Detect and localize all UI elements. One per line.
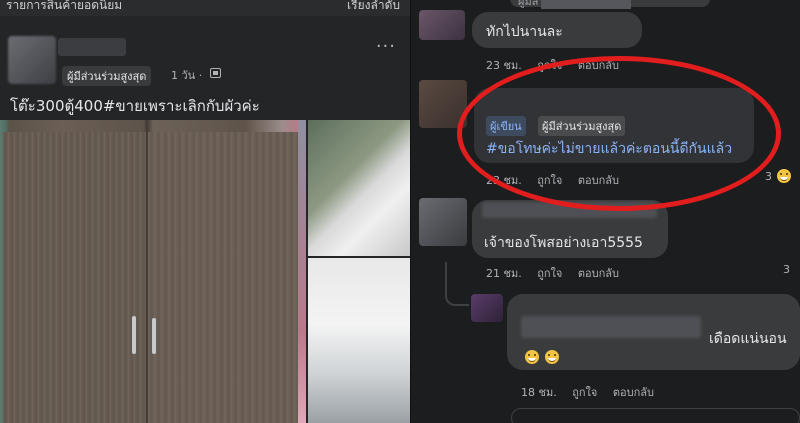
top-contributor-badge: ผู้มีส่วนร่วมสูงสุด [62, 66, 152, 86]
comment-time[interactable]: 21 ชม. [486, 267, 522, 280]
group-privacy-icon [210, 68, 221, 78]
marketplace-post-panel: รายการสินค้ายอดนิยม เรียงลำดับ ผู้มีส่วน… [0, 0, 410, 423]
post-photo-table[interactable] [308, 258, 410, 423]
laughing-emoji-icon [777, 169, 791, 183]
reply-actions: 18 ชม. ถูกใจ ตอบกลับ [521, 383, 666, 401]
comment-avatar[interactable] [419, 10, 465, 40]
wardrobe-handle-left [132, 316, 136, 354]
comment-actions: 23 ชม. ถูกใจ ตอบกลับ [486, 171, 631, 189]
author-name-blurred[interactable] [58, 38, 126, 56]
comment-bubble: เจ้าของโพสอย่างเอา5555 [472, 200, 668, 258]
reaction-count[interactable]: 3 [783, 263, 790, 276]
sort-button[interactable]: เรียงลำดับ [347, 0, 400, 15]
comment-actions: 23 ชม. ถูกใจ ตอบกลับ [486, 56, 631, 74]
comments-panel: ผู้มีส่วนร่วมสูงสุด ทักไปนานละ 23 ชม. ถู… [411, 0, 800, 423]
post-text: โต๊ะ300ตู้400#ขายเพราะเลิกกับผัวค่ะ [10, 97, 260, 115]
section-header: รายการสินค้ายอดนิยม เรียงลำดับ [0, 0, 410, 16]
comment-actions: 21 ชม. ถูกใจ ตอบกลับ [486, 264, 631, 282]
author-tag: ผู้เขียน [486, 116, 526, 136]
reply-avatar[interactable] [471, 294, 503, 322]
sweat-smile-emoji-icon [525, 350, 539, 364]
wardrobe-door-right [148, 132, 298, 423]
wardrobe-handle-right [152, 318, 156, 354]
reaction-count[interactable]: 3 [765, 170, 772, 183]
reply-time[interactable]: 18 ชม. [521, 386, 557, 399]
more-options-icon[interactable]: ··· [376, 38, 396, 56]
reply-text: เดือดแน่นอน [709, 331, 787, 347]
reply-button[interactable]: ตอบกลับ [578, 267, 619, 280]
comment-text: ทักไปนานละ [486, 24, 563, 40]
post-time[interactable]: 1 วัน · [171, 66, 202, 84]
post-photo-wardrobe[interactable] [0, 120, 306, 423]
sweat-smile-emoji-icon [545, 350, 559, 364]
comment-time[interactable]: 23 ชม. [486, 174, 522, 187]
commenter-name-blurred[interactable] [482, 202, 657, 218]
comment-time[interactable]: 23 ชม. [486, 59, 522, 72]
reply-input-box[interactable] [511, 408, 800, 423]
like-button[interactable]: ถูกใจ [537, 59, 562, 72]
top-contributor-tag: ผู้มีส่วนร่วมสูงสุด [538, 116, 626, 136]
reply-button[interactable]: ตอบกลับ [578, 59, 619, 72]
comment-bubble: ผู้เขียน ผู้มีส่วนร่วมสูงสุด #ขอโทษค่ะไม… [474, 88, 754, 163]
author-avatar[interactable] [8, 36, 56, 84]
like-button[interactable]: ถูกใจ [537, 174, 562, 187]
comment-avatar[interactable] [419, 80, 467, 128]
like-button[interactable]: ถูกใจ [572, 386, 597, 399]
comment-avatar[interactable] [419, 198, 467, 246]
wardrobe-door-left [3, 132, 146, 423]
reply-bubble: เดือดแน่นอน [507, 294, 800, 370]
section-title: รายการสินค้ายอดนิยม [6, 0, 123, 12]
wall-curtain [298, 120, 306, 423]
post-photo-dresser[interactable] [308, 120, 410, 256]
commenter-name-blurred[interactable] [521, 316, 701, 338]
reply-thread-line [445, 262, 469, 306]
top-name-blurred [541, 0, 631, 9]
comment-hashtag-text[interactable]: #ขอโทษค่ะไม่ขายแล้วค่ะตอนนี้ดีกันแล้ว [486, 138, 732, 160]
reply-button[interactable]: ตอบกลับ [613, 386, 654, 399]
reply-button[interactable]: ตอบกลับ [578, 174, 619, 187]
like-button[interactable]: ถูกใจ [537, 267, 562, 280]
comment-text: เจ้าของโพสอย่างเอา5555 [484, 235, 643, 251]
comment-bubble: ทักไปนานละ [472, 12, 642, 48]
